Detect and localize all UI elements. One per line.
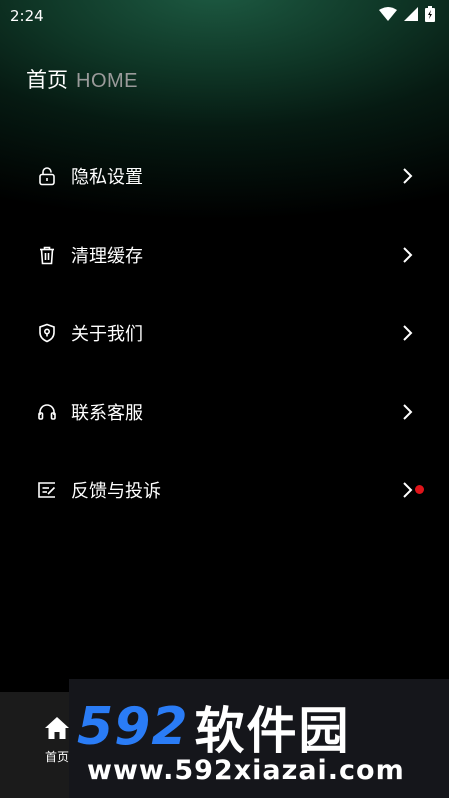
lock-icon [36, 165, 58, 187]
status-time: 2:24 [10, 7, 44, 25]
menu-item-label: 清理缓存 [71, 245, 143, 267]
headset-icon [36, 401, 58, 423]
tab-home-label: 首页 [44, 750, 69, 764]
shield-icon [36, 322, 58, 344]
page-title: 首页 [26, 68, 68, 92]
trash-icon [36, 244, 58, 266]
signal-icon [404, 7, 418, 25]
menu-item-privacy[interactable]: 隐私设置 [0, 137, 449, 216]
page-header: 首页 HOME [26, 64, 138, 94]
chevron-right-icon [403, 325, 413, 341]
menu-item-contact-support[interactable]: 联系客服 [0, 373, 449, 452]
menu-item-clear-cache[interactable]: 清理缓存 [0, 216, 449, 295]
battery-icon [425, 6, 435, 26]
menu-item-label: 关于我们 [71, 324, 143, 346]
menu-item-label: 隐私设置 [71, 167, 143, 189]
menu-item-about-us[interactable]: 关于我们 [0, 294, 449, 373]
chevron-right-icon [403, 247, 413, 263]
watermark-number: 592 [77, 697, 189, 757]
status-bar: 2:24 [0, 0, 449, 32]
watermark-url: www.592xiazai.com [87, 755, 405, 786]
page-subtitle: HOME [76, 70, 138, 92]
watermark-logo: 592 软件园 [77, 691, 351, 763]
wifi-icon [379, 7, 397, 25]
settings-menu: 隐私设置 清理缓存 关于我们 联系客服 反馈与投诉 [0, 137, 449, 530]
chevron-right-icon [403, 168, 413, 184]
menu-item-label: 反馈与投诉 [71, 481, 161, 503]
feedback-icon [36, 479, 58, 501]
notification-badge [415, 485, 424, 494]
menu-item-label: 联系客服 [71, 402, 143, 424]
status-icons [379, 6, 435, 26]
home-icon [44, 716, 70, 744]
chevron-right-icon [403, 404, 413, 420]
menu-item-feedback[interactable]: 反馈与投诉 [0, 451, 449, 530]
watermark-overlay: 592 软件园 www.592xiazai.com [69, 679, 449, 798]
watermark-name: 软件园 [194, 702, 351, 760]
chevron-right-icon [403, 482, 413, 498]
